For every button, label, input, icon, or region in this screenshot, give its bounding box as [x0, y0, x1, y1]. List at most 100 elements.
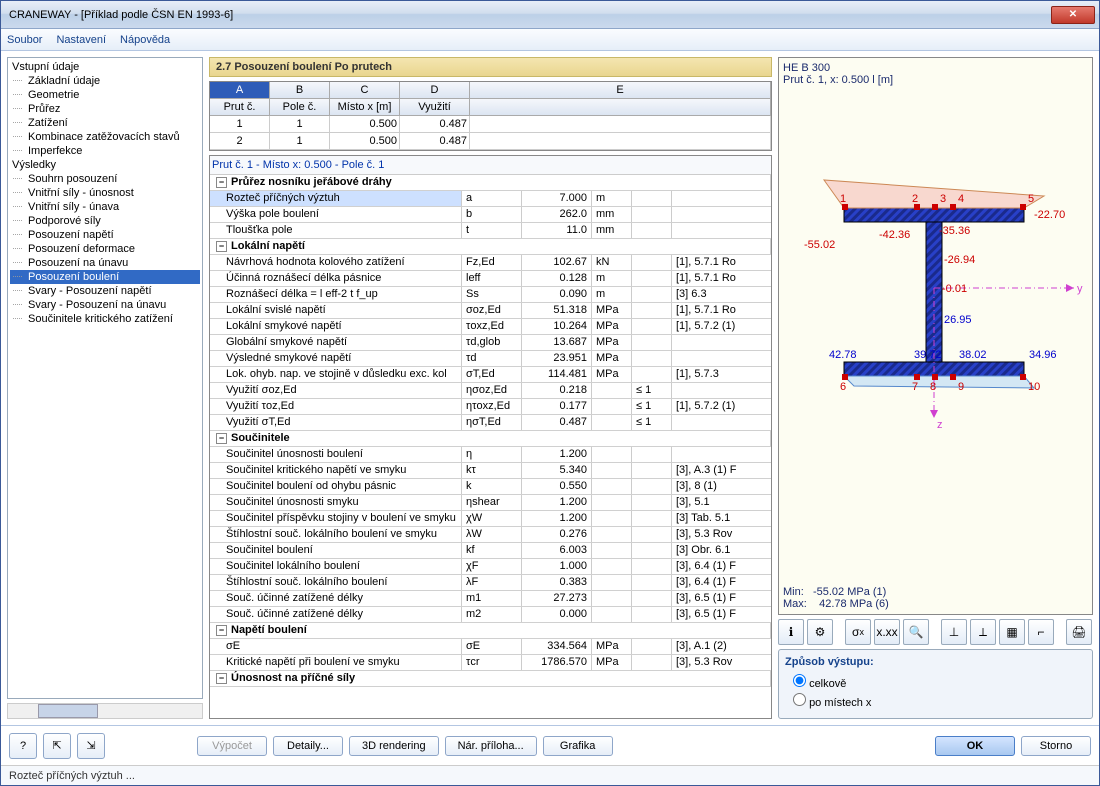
detail-row[interactable]: Štíhlostní souč. lokálního boulení ve sm…: [210, 527, 771, 543]
menu-file[interactable]: Soubor: [7, 34, 42, 46]
group-header[interactable]: −Napětí boulení: [210, 623, 771, 639]
detail-row[interactable]: Využití τoz,Edητoxz,Ed0.177≤ 1[1], 5.7.2…: [210, 399, 771, 415]
dimension-icon[interactable]: ⟂: [970, 619, 996, 645]
detail-row[interactable]: Globální smykové napětíτd,glob13.687MPa: [210, 335, 771, 351]
tree-item[interactable]: Kombinace zatěžovacích stavů: [10, 130, 200, 144]
column-header[interactable]: Využití: [400, 99, 470, 116]
import-icon[interactable]: ⇱: [43, 733, 71, 759]
detail-row[interactable]: Výsledné smykové napětíτd23.951MPa: [210, 351, 771, 367]
help-icon[interactable]: ?: [9, 733, 37, 759]
group-header[interactable]: −Lokální napětí: [210, 239, 771, 255]
detail-row[interactable]: Lok. ohyb. nap. ve stojině v důsledku ex…: [210, 367, 771, 383]
info-icon[interactable]: ℹ: [778, 619, 804, 645]
detail-row[interactable]: Využití σT,EdησT,Ed0.487≤ 1: [210, 415, 771, 431]
detail-row[interactable]: Výška pole bouleníb262.0mm: [210, 207, 771, 223]
detail-row[interactable]: Tloušťka polet11.0mm: [210, 223, 771, 239]
detail-subheader: Prut č. 1 - Místo x: 0.500 - Pole č. 1: [210, 156, 771, 175]
tree-item[interactable]: Souhrn posouzení: [10, 172, 200, 186]
tree-item[interactable]: Průřez: [10, 102, 200, 116]
detail-row[interactable]: Štíhlostní souč. lokálního bouleníλF0.38…: [210, 575, 771, 591]
table-row[interactable]: 110.5000.487: [210, 116, 771, 133]
graphic-button[interactable]: Grafika: [543, 736, 613, 756]
detail-table[interactable]: Prut č. 1 - Místo x: 0.500 - Pole č. 1 −…: [209, 155, 772, 719]
detail-row[interactable]: Součinitel únosnosti bouleníη1.200: [210, 447, 771, 463]
column-header[interactable]: Pole č.: [270, 99, 330, 116]
detail-row[interactable]: Účinná roznášecí délka pásniceleff0.128m…: [210, 271, 771, 287]
export-icon[interactable]: ⇲: [77, 733, 105, 759]
detail-row[interactable]: σEσE334.564MPa[3], A.1 (2): [210, 639, 771, 655]
svg-text:2: 2: [912, 193, 918, 205]
column-letter[interactable]: E: [470, 82, 771, 99]
tree-input-root[interactable]: Vstupní údaje: [10, 60, 200, 74]
column-letter[interactable]: A: [210, 82, 270, 99]
group-header[interactable]: −Součinitele: [210, 431, 771, 447]
close-button[interactable]: ✕: [1051, 6, 1095, 24]
ok-button[interactable]: OK: [935, 736, 1015, 756]
detail-row[interactable]: Součinitel kritického napětí ve smykukτ5…: [210, 463, 771, 479]
column-letter[interactable]: C: [330, 82, 400, 99]
render3d-button[interactable]: 3D rendering: [349, 736, 439, 756]
search-icon[interactable]: 🔍: [903, 619, 929, 645]
tree-item[interactable]: Posouzení napětí: [10, 228, 200, 242]
column-letter[interactable]: D: [400, 82, 470, 99]
column-header[interactable]: [470, 99, 771, 116]
group-header[interactable]: −Průřez nosníku jeřábové dráhy: [210, 175, 771, 191]
tree-results-root[interactable]: Výsledky: [10, 158, 200, 172]
output-mode-total[interactable]: celkově: [793, 674, 1086, 690]
detail-row[interactable]: Součinitel příspěvku stojiny v boulení v…: [210, 511, 771, 527]
section-icon[interactable]: ⊥: [941, 619, 967, 645]
detail-row[interactable]: Lokální smykové napětíτoxz,Ed10.264MPa[1…: [210, 319, 771, 335]
tree-item[interactable]: Základní údaje: [10, 74, 200, 88]
tree-item[interactable]: Posouzení na únavu: [10, 256, 200, 270]
grid-icon[interactable]: ▦: [999, 619, 1025, 645]
section-viewer[interactable]: HE B 300 Prut č. 1, x: 0.500 l [m]: [778, 57, 1093, 615]
detail-row[interactable]: Lokální svislé napětíσoz,Ed51.318MPa[1],…: [210, 303, 771, 319]
tree-item[interactable]: Imperfekce: [10, 144, 200, 158]
tree-item[interactable]: Vnitřní síly - únosnost: [10, 186, 200, 200]
detail-row[interactable]: Využití σoz,Edησoz,Ed0.218≤ 1: [210, 383, 771, 399]
detail-row[interactable]: Kritické napětí při boulení ve smykuτcr1…: [210, 655, 771, 671]
tree-item[interactable]: Součinitele kritického zatížení: [10, 312, 200, 326]
menu-help[interactable]: Nápověda: [120, 34, 170, 46]
annex-button[interactable]: Nár. příloha...: [445, 736, 537, 756]
cancel-button[interactable]: Storno: [1021, 736, 1091, 756]
tree-horizontal-scrollbar[interactable]: [7, 703, 203, 719]
values-icon[interactable]: x.xx: [874, 619, 900, 645]
column-header[interactable]: Prut č.: [210, 99, 270, 116]
details-button[interactable]: Detaily...: [273, 736, 343, 756]
tree-item[interactable]: Svary - Posouzení na únavu: [10, 298, 200, 312]
detail-row[interactable]: Roznášecí délka = l eff-2 t f_upSs0.090m…: [210, 287, 771, 303]
table-row[interactable]: 210.5000.487: [210, 133, 771, 150]
tree-item[interactable]: Zatížení: [10, 116, 200, 130]
tree-item[interactable]: Geometrie: [10, 88, 200, 102]
svg-text:-22.70: -22.70: [1034, 209, 1065, 221]
detail-row[interactable]: Součinitel lokálního bouleníχF1.000[3], …: [210, 559, 771, 575]
tree-item[interactable]: Svary - Posouzení napětí: [10, 284, 200, 298]
print-icon[interactable]: 🖨: [1066, 619, 1092, 645]
navigation-tree[interactable]: Vstupní údaje Základní údajeGeometriePrů…: [7, 57, 203, 699]
detail-row[interactable]: Návrhová hodnota kolového zatíženíFz,Ed1…: [210, 255, 771, 271]
svg-text:7: 7: [912, 381, 918, 393]
detail-row[interactable]: Součinitel bouleníkf6.003[3] Obr. 6.1: [210, 543, 771, 559]
tree-item[interactable]: Podporové síly: [10, 214, 200, 228]
detail-row[interactable]: Souč. účinné zatížené délkym20.000[3], 6…: [210, 607, 771, 623]
tree-item[interactable]: Vnitřní síly - únava: [10, 200, 200, 214]
tree-item[interactable]: Posouzení deformace: [10, 242, 200, 256]
calculate-button[interactable]: Výpočet: [197, 736, 267, 756]
detail-row[interactable]: Součinitel boulení od ohybu pásnick0.550…: [210, 479, 771, 495]
output-mode-byloc[interactable]: po místech x: [793, 693, 1086, 709]
minmax-info: Min: -55.02 MPa (1) Max: 42.78 MPa (6): [783, 586, 889, 610]
group-header[interactable]: −Únosnost na příčné síly: [210, 671, 771, 687]
sigma-icon[interactable]: σx: [845, 619, 871, 645]
column-header[interactable]: Místo x [m]: [330, 99, 400, 116]
profile-location: Prut č. 1, x: 0.500 l [m]: [783, 74, 1088, 86]
menu-settings[interactable]: Nastavení: [56, 34, 106, 46]
app-window: CRANEWAY - [Příklad podle ČSN EN 1993-6]…: [0, 0, 1100, 786]
detail-row[interactable]: Souč. účinné zatížené délkym127.273[3], …: [210, 591, 771, 607]
tree-item[interactable]: Posouzení boulení: [10, 270, 200, 284]
stress-icon[interactable]: ⚙: [807, 619, 833, 645]
axes-icon[interactable]: ⌐: [1028, 619, 1054, 645]
detail-row[interactable]: Rozteč příčných výztuha7.000m: [210, 191, 771, 207]
detail-row[interactable]: Součinitel únosnosti smykuηshear1.200[3]…: [210, 495, 771, 511]
column-letter[interactable]: B: [270, 82, 330, 99]
